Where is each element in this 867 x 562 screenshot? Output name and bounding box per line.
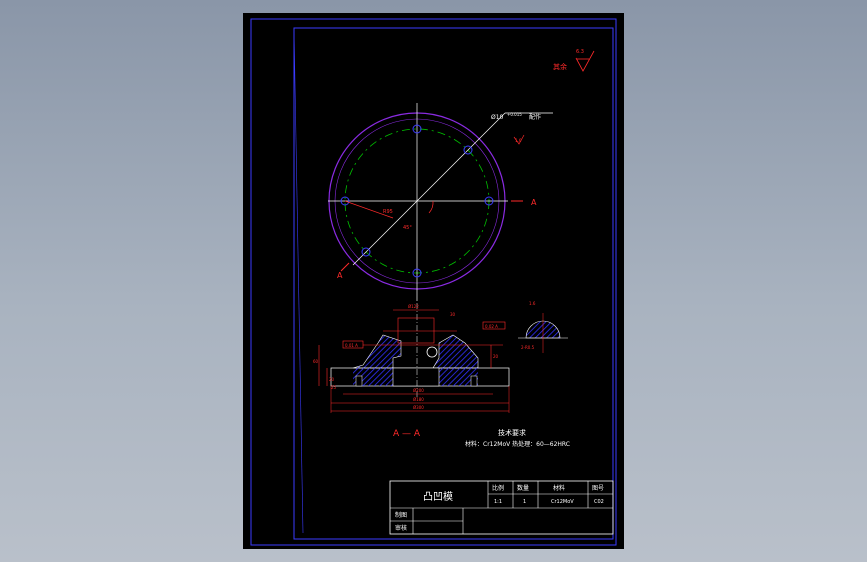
- drawn-label: 制图: [395, 511, 407, 519]
- part-name: 凸凹模: [423, 491, 453, 503]
- angle-dim: 45°: [403, 225, 412, 231]
- diagonal-centerline: [352, 134, 484, 266]
- section-title: A — A: [393, 429, 421, 439]
- roughness-value: 6.3: [576, 49, 584, 55]
- left-profile: [352, 334, 402, 369]
- section-marker-left: A: [337, 271, 343, 280]
- hole-callout: Ø10: [491, 114, 504, 121]
- title-block: 凸凹模 比例 数量 材料 图号 1:1 1 Cr12MoV C02 制图 审核: [389, 480, 614, 535]
- svg-text:0.01 A: 0.01 A: [345, 343, 358, 348]
- overall-width-dim: Ø300: [413, 405, 424, 410]
- hub-height-dim: 30: [450, 312, 456, 317]
- value-material: Cr12MoV: [551, 499, 574, 505]
- checked-label: 审核: [395, 524, 407, 532]
- small-left-dim: 20: [329, 377, 335, 382]
- inner-width-dim: Ø180: [413, 397, 424, 402]
- tech-requirements-line: 材料：Cr12MoV 热处理：60—62HRC: [465, 440, 570, 448]
- bolt-circle-dim: R95: [383, 209, 393, 215]
- section-view: Ø122 0.02 A 0.01 A 60 20 20 Ø200 Ø180 Ø3…: [313, 303, 510, 413]
- value-drawing-no: C02: [594, 499, 604, 505]
- plan-view: R95 45° Ø10 +0.015 配作 1.6 A A: [328, 103, 553, 301]
- center-bore: [392, 367, 440, 387]
- left-height-dim: 60: [313, 359, 319, 364]
- drawing-sheet: 其余 6.3 R95 45° Ø10 +0.015 配作 1.6 A A Ø12…: [243, 13, 624, 549]
- svg-text:1.6: 1.6: [529, 301, 536, 306]
- hole-tolerance: +0.015: [507, 112, 522, 117]
- binding-line: [293, 27, 304, 534]
- section-marker-right: A: [531, 198, 537, 207]
- svg-text:1.6: 1.6: [515, 138, 522, 143]
- hole-suffix: 配作: [529, 113, 541, 121]
- header-qty: 数量: [517, 484, 529, 492]
- right-dim: 20: [493, 354, 499, 359]
- inner-frame: [293, 27, 614, 540]
- groove-callout: 2-R0.5: [521, 345, 535, 350]
- roughness-label: 其余: [553, 62, 567, 71]
- right-profile: [432, 334, 479, 369]
- header-drawing-no: 图号: [592, 485, 604, 492]
- value-scale: 1:1: [494, 499, 502, 505]
- side-hole: [355, 375, 363, 387]
- header-material: 材料: [553, 484, 565, 492]
- svg-text:0.02 A: 0.02 A: [485, 324, 498, 329]
- detail-view: 2-R0.5 1.6: [518, 301, 568, 353]
- tech-requirements-heading: 技术要求: [498, 428, 526, 437]
- header-scale: 比例: [492, 484, 504, 492]
- side-hole: [470, 375, 478, 387]
- roughness-symbol: 其余 6.3: [553, 49, 595, 72]
- base-thickness-dim: 25: [331, 385, 337, 390]
- top-width-dim: Ø122: [408, 304, 419, 309]
- outer-frame: [250, 18, 617, 546]
- cad-drawing: 其余 6.3 R95 45° Ø10 +0.015 配作 1.6 A A Ø12…: [250, 18, 617, 546]
- detail-circle: [426, 346, 438, 358]
- bottom-dim: Ø200: [413, 388, 424, 393]
- value-qty: 1: [523, 499, 526, 505]
